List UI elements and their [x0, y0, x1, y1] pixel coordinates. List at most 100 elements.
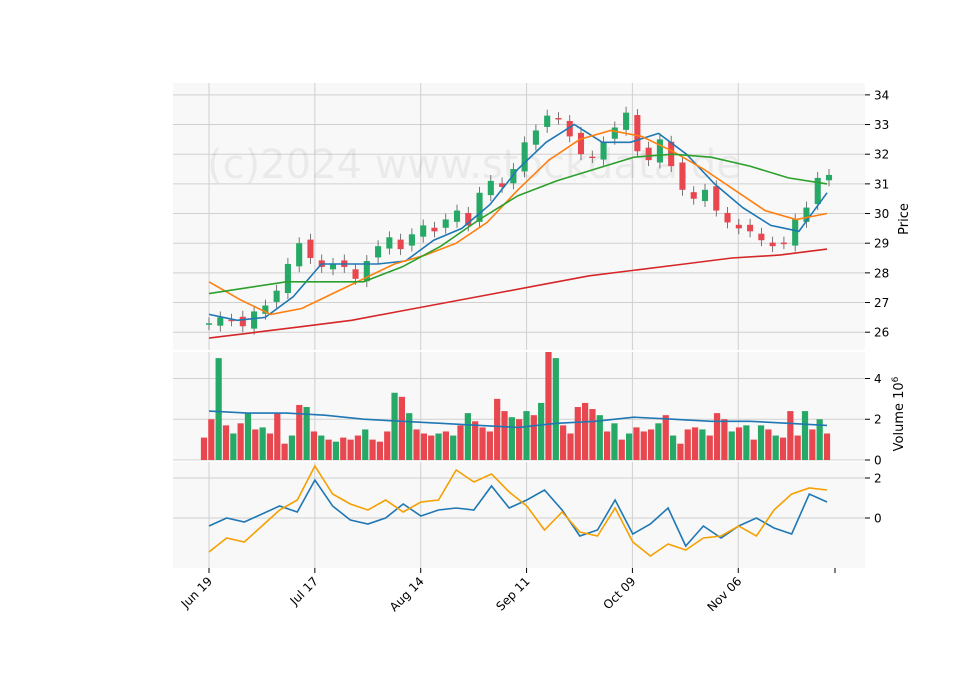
volume-bar	[325, 439, 332, 460]
candle-body	[555, 118, 562, 120]
volume-bar	[567, 433, 574, 460]
candle-body	[735, 224, 742, 229]
candle-body	[251, 311, 258, 329]
volume-bar	[200, 437, 208, 460]
volume-bar	[457, 425, 464, 460]
volume-bar	[662, 415, 669, 460]
candle-body	[217, 317, 224, 326]
volume-bar	[801, 411, 809, 460]
candle-body	[623, 112, 630, 130]
volume-bar	[750, 439, 757, 460]
volume-bar	[538, 402, 545, 460]
candle-body	[521, 142, 528, 172]
volume-bar	[757, 425, 765, 460]
volume-bar	[215, 358, 222, 460]
candle-body	[645, 147, 652, 161]
volume-bar	[222, 425, 230, 460]
volume-bar	[442, 431, 449, 460]
volume-bar	[706, 435, 713, 460]
volume-bar	[596, 415, 603, 460]
volume-bar	[611, 423, 618, 460]
volume-bar	[420, 433, 427, 460]
candle-body	[769, 242, 776, 247]
stock-chart: (c)2024 www.stockdata.de Jun 19 Jul 17 Aug…	[173, 83, 912, 614]
candle-body	[600, 142, 607, 160]
x-tick-label: Aug 14	[387, 574, 427, 614]
volume-bar	[494, 398, 501, 460]
x-tick-label: Sep 11	[493, 574, 532, 613]
volume-bar	[794, 435, 801, 460]
candle-body	[296, 243, 303, 267]
volume-bar	[582, 402, 589, 460]
x-tick-label: Oct 09	[600, 574, 638, 612]
volume-bar	[787, 411, 794, 460]
candle-body	[284, 263, 291, 294]
volume-bar	[362, 429, 369, 460]
volume-bar	[589, 409, 596, 460]
candle-body	[690, 192, 697, 199]
volume-bar	[713, 413, 721, 460]
candle-body	[386, 237, 393, 249]
x-tick-label: Jun 19	[178, 574, 215, 611]
volume-bar	[501, 411, 508, 460]
candle-body	[701, 189, 709, 202]
volume-bar	[398, 396, 406, 460]
price-axis-label: Price	[897, 203, 912, 235]
volume-bar	[523, 411, 530, 460]
price-y-tick-label: 28	[874, 266, 889, 280]
volume-bar	[318, 435, 325, 460]
candle-body	[453, 210, 461, 222]
candle-body	[589, 156, 596, 159]
volume-bar	[560, 425, 567, 460]
candle-body	[758, 233, 765, 241]
volume-bar	[823, 433, 831, 460]
volume-bar	[472, 421, 479, 460]
candle-body	[307, 239, 314, 259]
candle-body	[679, 162, 686, 190]
candle-body	[532, 130, 539, 145]
volume-bar	[508, 417, 515, 460]
candle-body	[611, 127, 618, 139]
volume-bar	[530, 415, 537, 460]
volume-bar	[735, 427, 743, 460]
volume-bar	[625, 433, 633, 460]
volume-bar	[669, 435, 677, 460]
volume-bar	[340, 437, 347, 460]
volume-bar	[428, 435, 435, 460]
volume-bar	[691, 427, 699, 460]
panel-price-background	[173, 83, 865, 350]
volume-y-tick-label: 4	[874, 372, 882, 386]
candle-body	[634, 115, 641, 152]
candle-body	[420, 225, 427, 237]
volume-bar	[655, 423, 662, 460]
candle-body	[577, 132, 585, 155]
volume-bar	[450, 435, 457, 460]
volume-bar	[633, 427, 640, 460]
candle-body	[408, 234, 415, 246]
volume-bar	[604, 431, 611, 460]
oscillator-y-tick-label: 2	[874, 472, 882, 486]
candle-body	[780, 242, 787, 245]
volume-bar	[435, 433, 442, 460]
volume-bar	[721, 419, 728, 460]
volume-bar	[516, 419, 523, 460]
volume-bar	[230, 433, 237, 460]
candle-body	[487, 180, 494, 196]
oscillator-y-tick-label: 0	[874, 512, 882, 526]
price-y-tick-label: 32	[874, 148, 889, 162]
volume-bar	[259, 427, 266, 460]
candle-body	[352, 269, 359, 279]
price-y-tick-label: 33	[874, 118, 889, 132]
volume-y-tick-label: 2	[874, 413, 882, 427]
volume-y-tick-label: 0	[874, 454, 882, 468]
volume-bar	[677, 443, 684, 460]
candle-body	[273, 290, 280, 302]
volume-bar	[728, 431, 735, 460]
volume-bar	[266, 433, 274, 460]
candle-body	[724, 212, 731, 223]
volume-bar	[288, 435, 296, 460]
volume-bar	[208, 419, 215, 460]
price-y-tick-label: 27	[874, 296, 889, 310]
price-y-tick-label: 29	[874, 237, 889, 251]
x-tick-label: Nov 06	[704, 574, 744, 614]
